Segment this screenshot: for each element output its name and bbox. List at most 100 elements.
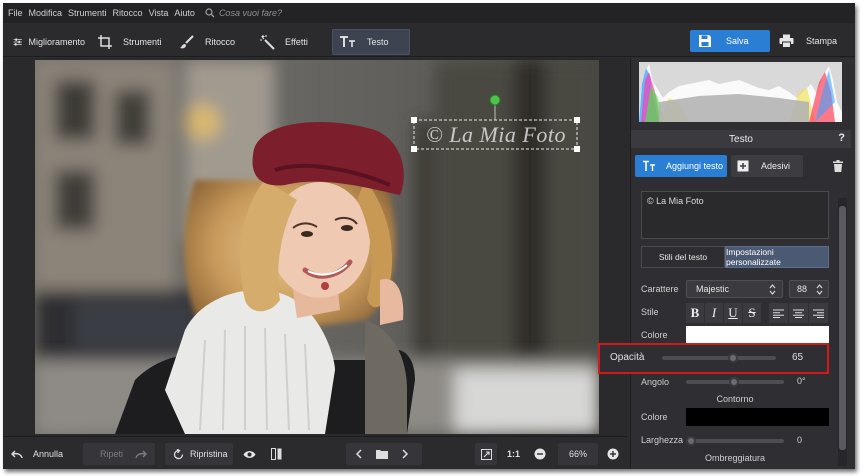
outline-header: Contorno xyxy=(716,394,754,404)
text-selection-overlay[interactable] xyxy=(35,60,599,434)
delete-button[interactable] xyxy=(827,155,849,177)
italic-button[interactable]: I xyxy=(705,303,723,323)
menu-aiuto[interactable]: Aiuto xyxy=(174,8,195,18)
eye-icon xyxy=(243,450,256,458)
search-box[interactable]: Cosa vuoi fare? xyxy=(205,8,282,18)
compare-icon xyxy=(271,448,282,460)
text-color-swatch[interactable] xyxy=(686,326,829,344)
font-select[interactable]: Majestic xyxy=(686,280,783,298)
text-icon xyxy=(643,160,655,171)
print-label: Stampa xyxy=(806,36,838,46)
menu-strumenti[interactable]: Strumenti xyxy=(68,8,107,18)
trash-icon xyxy=(833,160,843,172)
width-label: Larghezza xyxy=(641,435,684,445)
tab-miglioramento[interactable]: Miglioramento xyxy=(9,29,85,55)
rotate-handle[interactable] xyxy=(489,94,501,106)
menu-modifica[interactable]: Modifica xyxy=(29,8,63,18)
tab-strumenti[interactable]: Strumenti xyxy=(95,29,165,55)
file-navigation xyxy=(346,443,422,465)
brush-icon xyxy=(180,35,194,49)
chevron-left-icon[interactable] xyxy=(355,449,363,459)
tab-ritocco-label: Ritocco xyxy=(205,37,236,47)
redo-button[interactable]: Ripeti xyxy=(83,443,155,465)
text-icon xyxy=(340,36,355,47)
add-text-button[interactable]: Aggiungi testo xyxy=(635,155,727,177)
tab-testo-label: Testo xyxy=(367,37,389,47)
stickers-label: Adesivi xyxy=(761,161,791,171)
image-canvas[interactable]: © La Mia Foto xyxy=(3,58,628,436)
align-center-icon xyxy=(793,309,804,318)
underline-button[interactable]: U xyxy=(724,303,742,323)
width-slider-thumb[interactable] xyxy=(686,436,696,446)
tab-custom-settings[interactable]: Impostazioni personalizzate xyxy=(725,246,829,268)
menu-file[interactable]: File xyxy=(8,8,23,18)
outline-color-swatch[interactable] xyxy=(686,408,829,426)
compare-button[interactable] xyxy=(271,443,282,465)
histogram-graph xyxy=(639,64,842,122)
add-text-label: Aggiungi testo xyxy=(666,161,724,171)
tab-effetti[interactable]: Effetti xyxy=(257,29,325,55)
actual-size-button[interactable]: 1:1 xyxy=(507,443,520,465)
updown-arrow-icon xyxy=(816,284,823,295)
zoom-in-button[interactable] xyxy=(607,443,619,465)
sticker-add-icon xyxy=(737,160,749,172)
opacity-value: 65 xyxy=(792,352,804,363)
align-center-button[interactable] xyxy=(789,303,808,323)
right-panel: Testo ? Aggiungi testo Adesivi © La Mia … xyxy=(630,58,855,469)
undo-icon xyxy=(11,450,23,458)
toolbar: Miglioramento Strumenti Ritocco Effetti … xyxy=(3,25,855,57)
menu-bar: File Modifica Strumenti Ritocco Vista Ai… xyxy=(3,3,855,23)
font-size-stepper[interactable]: 88 xyxy=(789,280,829,298)
undo-button[interactable]: Annulla xyxy=(11,443,63,465)
outline-color-label: Colore xyxy=(641,412,668,422)
tab-effetti-label: Effetti xyxy=(285,37,308,47)
panel-scrollbar[interactable] xyxy=(838,198,847,466)
align-right-icon xyxy=(813,309,824,318)
tab-text-styles[interactable]: Stili del testo xyxy=(641,246,725,268)
floppy-icon xyxy=(699,35,711,47)
app-window: File Modifica Strumenti Ritocco Vista Ai… xyxy=(3,3,855,469)
tab-ritocco[interactable]: Ritocco xyxy=(175,29,245,55)
align-left-button[interactable] xyxy=(769,303,788,323)
zoom-out-button[interactable] xyxy=(534,443,546,465)
preview-button[interactable] xyxy=(243,443,256,465)
opacity-row-highlight: Opacità 65 xyxy=(598,343,829,374)
save-button[interactable]: Salva xyxy=(690,30,770,52)
align-right-button[interactable] xyxy=(809,303,828,323)
bold-button[interactable]: B xyxy=(686,303,704,323)
text-input[interactable]: © La Mia Foto xyxy=(641,191,829,239)
opacity-label: Opacità xyxy=(610,352,645,363)
save-label: Salva xyxy=(726,36,749,46)
watermark-text[interactable]: © La Mia Foto xyxy=(416,120,576,149)
menu-ritocco[interactable]: Ritocco xyxy=(113,8,143,18)
width-slider[interactable] xyxy=(686,439,784,443)
tab-strumenti-label: Strumenti xyxy=(123,37,162,47)
font-style-buttons: B I U S xyxy=(686,303,762,323)
folder-icon[interactable] xyxy=(376,449,388,459)
zoom-field[interactable]: 66% xyxy=(558,443,598,465)
font-value: Majestic xyxy=(696,284,730,294)
bottom-bar: Annulla Ripeti Ripristina 1:1 66% xyxy=(3,436,628,469)
sliders-icon xyxy=(13,38,22,46)
search-icon xyxy=(205,8,215,18)
chevron-right-icon[interactable] xyxy=(401,449,409,459)
reset-button[interactable]: Ripristina xyxy=(165,443,233,465)
plus-circle-icon xyxy=(607,448,619,460)
width-value: 0 xyxy=(797,435,803,445)
menu-vista[interactable]: Vista xyxy=(149,8,169,18)
photo[interactable]: © La Mia Foto xyxy=(35,60,599,434)
angle-slider-thumb[interactable] xyxy=(729,377,739,387)
stickers-button[interactable]: Adesivi xyxy=(731,155,803,177)
reset-icon xyxy=(173,448,184,459)
opacity-slider[interactable] xyxy=(662,356,776,360)
print-button[interactable]: Stampa xyxy=(773,30,845,52)
fit-to-screen-button[interactable] xyxy=(475,443,497,465)
printer-icon xyxy=(779,34,794,48)
help-icon[interactable]: ? xyxy=(838,132,845,144)
shadow-header: Ombreggiatura xyxy=(704,453,766,463)
opacity-slider-thumb[interactable] xyxy=(728,353,738,363)
scrollbar-thumb[interactable] xyxy=(839,206,846,450)
histogram xyxy=(639,62,842,122)
strikethrough-button[interactable]: S xyxy=(743,303,761,323)
tab-testo[interactable]: Testo xyxy=(332,29,410,55)
